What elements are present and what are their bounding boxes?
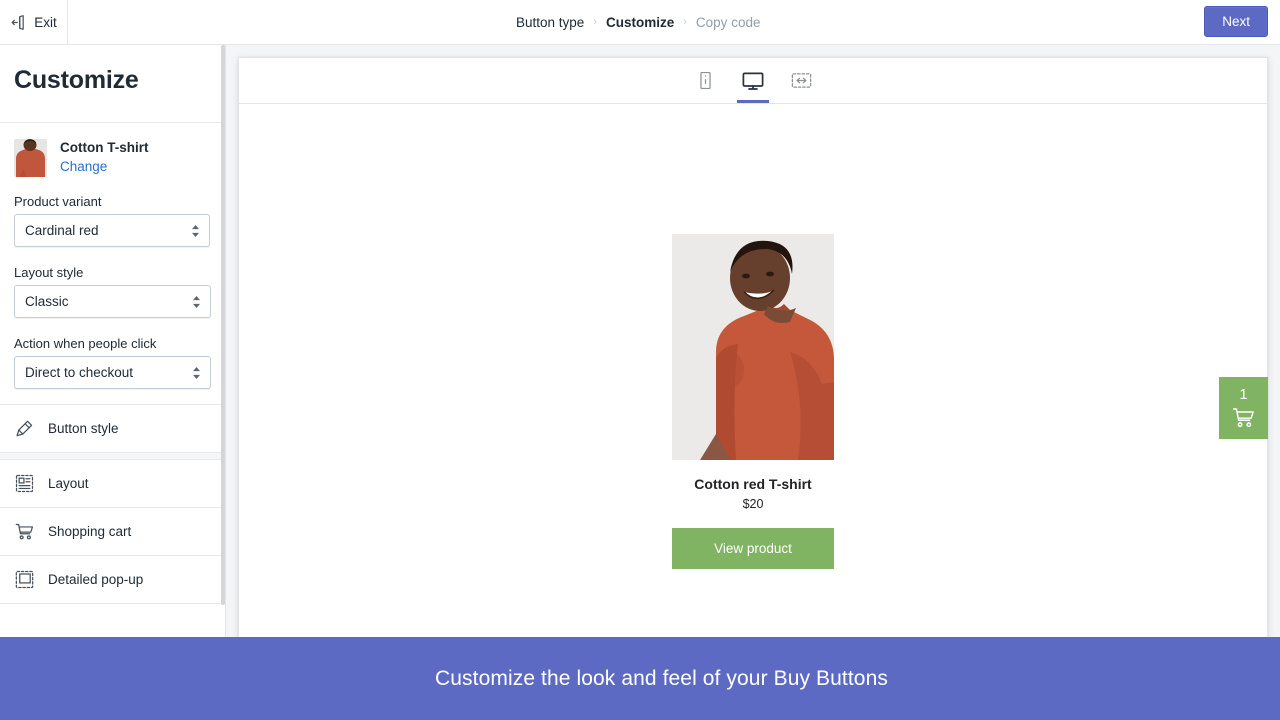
field-product-variant: Product variant Cardinal red bbox=[0, 194, 225, 247]
selected-product: Cotton T-shirt Change bbox=[0, 123, 225, 177]
field-layout-style: Layout style Classic bbox=[0, 265, 225, 318]
view-product-button[interactable]: View product bbox=[672, 527, 834, 569]
paint-brush-icon bbox=[14, 419, 34, 439]
product-info: Cotton T-shirt Change bbox=[60, 139, 148, 177]
select-value-product-variant: Cardinal red bbox=[25, 223, 99, 238]
change-product-link[interactable]: Change bbox=[60, 157, 148, 177]
select-layout-style[interactable]: Classic bbox=[14, 285, 211, 318]
breadcrumb-separator-2: › bbox=[683, 15, 687, 28]
device-button-mobile[interactable] bbox=[689, 58, 721, 103]
footer-banner: Customize the look and feel of your Buy … bbox=[0, 637, 1280, 720]
cart-widget[interactable]: 1 bbox=[1219, 377, 1268, 439]
sidebar-item-label: Layout bbox=[48, 476, 89, 491]
chevron-updown-icon bbox=[192, 366, 201, 379]
customize-buy-button-page: Exit Button type › Customize › Copy code… bbox=[0, 0, 1280, 720]
breadcrumb-separator-1: › bbox=[593, 15, 597, 28]
breadcrumb-item-copy-code[interactable]: Copy code bbox=[696, 15, 761, 30]
breadcrumb-item-customize[interactable]: Customize bbox=[606, 15, 674, 30]
exit-label: Exit bbox=[34, 14, 57, 30]
cart-count: 1 bbox=[1239, 386, 1248, 403]
chevron-updown-icon bbox=[191, 224, 200, 237]
product-price: $20 bbox=[742, 496, 764, 511]
layout-icon bbox=[14, 474, 34, 494]
product-name: Cotton T-shirt bbox=[60, 140, 149, 156]
sidebar-divider-4 bbox=[0, 603, 225, 604]
field-click-action: Action when people click Direct to check… bbox=[0, 336, 225, 389]
product-image bbox=[672, 234, 834, 460]
popup-window-icon bbox=[14, 570, 34, 590]
field-label-product-variant: Product variant bbox=[14, 194, 102, 209]
product-title: Cotton red T-shirt bbox=[694, 476, 812, 492]
preview-panel: Cotton red T-shirt $20 View product 1 bbox=[226, 45, 1280, 637]
device-button-desktop[interactable] bbox=[737, 58, 769, 103]
sidebar-scrollbar-thumb[interactable] bbox=[221, 45, 225, 605]
preview-card: Cotton red T-shirt $20 View product 1 bbox=[238, 57, 1268, 637]
device-toolbar bbox=[239, 58, 1267, 104]
next-button[interactable]: Next bbox=[1204, 6, 1268, 37]
sidebar-menu-gap bbox=[0, 452, 225, 460]
top-bar: Exit Button type › Customize › Copy code… bbox=[0, 0, 1280, 45]
product-thumbnail bbox=[14, 139, 47, 177]
device-button-full-width[interactable] bbox=[785, 58, 817, 103]
sidebar-item-label: Shopping cart bbox=[48, 524, 132, 539]
sidebar: Customize Cotton T-shirt Change Product bbox=[0, 45, 226, 637]
preview-stage: Cotton red T-shirt $20 View product 1 bbox=[239, 104, 1268, 637]
field-label-layout-style: Layout style bbox=[14, 265, 84, 280]
select-product-variant[interactable]: Cardinal red bbox=[14, 214, 210, 247]
mobile-icon bbox=[697, 71, 714, 90]
select-value-click-action: Direct to checkout bbox=[25, 365, 134, 380]
shopping-cart-icon bbox=[14, 522, 34, 542]
sidebar-item-label: Button style bbox=[48, 421, 119, 436]
sidebar-item-detailed-popup[interactable]: Detailed pop-up bbox=[0, 556, 225, 603]
sidebar-item-button-style[interactable]: Button style bbox=[0, 405, 225, 452]
sidebar-item-layout[interactable]: Layout bbox=[0, 460, 225, 507]
breadcrumb: Button type › Customize › Copy code bbox=[516, 0, 760, 44]
chevron-updown-icon bbox=[192, 295, 201, 308]
select-click-action[interactable]: Direct to checkout bbox=[14, 356, 211, 389]
shopping-cart-icon bbox=[1231, 406, 1256, 429]
sidebar-item-label: Detailed pop-up bbox=[48, 572, 144, 587]
footer-banner-text: Customize the look and feel of your Buy … bbox=[435, 666, 888, 690]
buy-button-embed: Cotton red T-shirt $20 View product bbox=[672, 234, 834, 569]
sidebar-item-shopping-cart[interactable]: Shopping cart bbox=[0, 508, 225, 555]
desktop-icon bbox=[742, 71, 764, 91]
breadcrumb-item-button-type[interactable]: Button type bbox=[516, 15, 584, 30]
select-value-layout-style: Classic bbox=[25, 294, 69, 309]
field-label-click-action: Action when people click bbox=[14, 336, 157, 351]
page-title: Customize bbox=[14, 66, 139, 94]
full-width-icon bbox=[791, 71, 812, 90]
exit-door-icon bbox=[10, 14, 27, 31]
exit-button[interactable]: Exit bbox=[0, 0, 68, 44]
